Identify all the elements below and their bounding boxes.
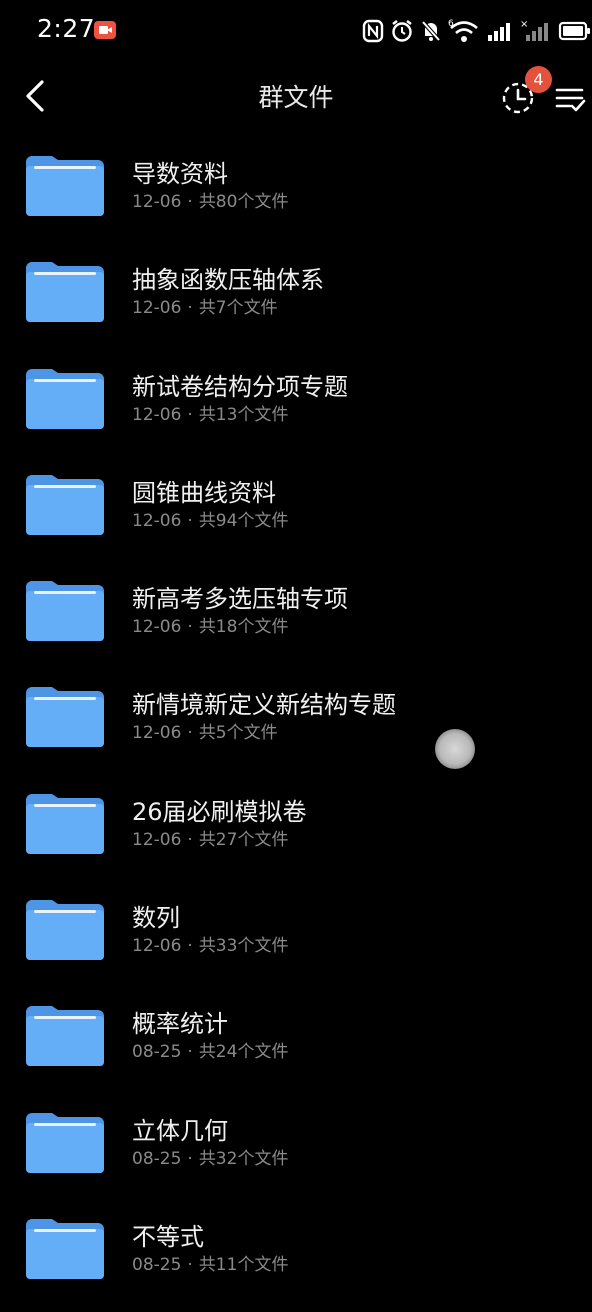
status-bar: 2:27 6 ×	[0, 0, 592, 62]
status-time: 2:27	[37, 14, 96, 43]
separator-dot: ·	[187, 617, 193, 638]
folder-date: 08-25	[132, 1148, 182, 1169]
folder-icon	[26, 156, 104, 216]
folder-icon	[26, 1218, 104, 1279]
folder-icon	[26, 900, 104, 961]
folder-meta: 08-25 · 共24个文件	[132, 1037, 288, 1062]
folder-file-count: 共18个文件	[198, 617, 289, 638]
folder-name: 数列	[132, 904, 180, 933]
folder-icon	[26, 1112, 104, 1173]
folder-date: 12-06	[132, 723, 182, 744]
folder-item[interactable]: 数列 12-06 · 共33个文件	[0, 882, 592, 988]
folder-file-count: 共24个文件	[198, 1042, 289, 1063]
folder-icon	[26, 474, 104, 535]
separator-dot: ·	[187, 192, 193, 212]
folder-item[interactable]: 新试卷结构分项专题 12-06 · 共13个文件	[0, 351, 592, 457]
folder-list: 导数资料 12-06 · 共80个文件 抽象函数压轴体系 12-06 · 共7个文件 新…	[0, 138, 592, 1307]
folder-item[interactable]: 新情境新定义新结构专题 12-06 · 共5个文件	[0, 669, 592, 775]
folder-name: 26届必刷模拟卷	[132, 797, 307, 826]
folder-meta: 12-06 · 共18个文件	[132, 612, 288, 637]
folder-meta: 12-06 · 共94个文件	[132, 506, 288, 531]
folder-date: 12-06	[132, 192, 182, 212]
folder-meta: 12-06 · 共13个文件	[132, 400, 288, 425]
nfc-icon	[362, 19, 384, 43]
mute-icon	[421, 20, 441, 42]
folder-item[interactable]: 导数资料 12-06 · 共80个文件	[0, 138, 592, 244]
folder-file-count: 共5个文件	[198, 723, 278, 744]
folder-name: 抽象函数压轴体系	[132, 266, 324, 295]
separator-dot: ·	[187, 1042, 193, 1063]
folder-icon	[26, 368, 104, 429]
alarm-icon	[392, 20, 412, 42]
svg-text:×: ×	[520, 19, 528, 30]
folder-name: 新试卷结构分项专题	[132, 372, 348, 401]
folder-name: 新高考多选压轴专项	[132, 585, 348, 614]
history-badge: 4	[525, 66, 552, 93]
separator-dot: ·	[187, 829, 193, 850]
folder-item[interactable]: 26届必刷模拟卷 12-06 · 共27个文件	[0, 776, 592, 882]
folder-file-count: 共27个文件	[198, 829, 289, 850]
folder-date: 08-25	[132, 1042, 182, 1063]
folder-date: 12-06	[132, 510, 182, 531]
folder-file-count: 共33个文件	[198, 936, 289, 957]
screen-record-icon	[94, 21, 116, 39]
folder-name: 不等式	[132, 1222, 204, 1251]
separator-dot: ·	[187, 510, 193, 531]
folder-item[interactable]: 圆锥曲线资料 12-06 · 共94个文件	[0, 457, 592, 563]
separator-dot: ·	[187, 1148, 193, 1169]
separator-dot: ·	[187, 723, 193, 744]
folder-meta: 12-06 · 共5个文件	[132, 718, 278, 743]
sort-filter-button[interactable]	[554, 80, 588, 116]
folder-meta: 08-25 · 共11个文件	[132, 1250, 288, 1275]
folder-meta: 12-06 · 共33个文件	[132, 931, 288, 956]
wifi-icon: 6	[448, 19, 478, 42]
separator-dot: ·	[187, 404, 193, 425]
folder-icon	[26, 581, 104, 642]
folder-item[interactable]: 抽象函数压轴体系 12-06 · 共7个文件	[0, 244, 592, 350]
folder-date: 12-06	[132, 617, 182, 638]
folder-file-count: 共32个文件	[198, 1148, 289, 1169]
folder-name: 圆锥曲线资料	[132, 478, 276, 507]
folder-icon	[26, 1006, 104, 1067]
separator-dot: ·	[187, 298, 193, 319]
folder-name: 立体几何	[132, 1116, 228, 1145]
signal-icon	[488, 23, 510, 41]
folder-date: 12-06	[132, 404, 182, 425]
folder-date: 12-06	[132, 829, 182, 850]
folder-item[interactable]: 概率统计 08-25 · 共24个文件	[0, 988, 592, 1094]
battery-icon	[558, 21, 590, 41]
folder-date: 12-06	[132, 936, 182, 957]
touch-indicator	[435, 729, 475, 769]
folder-icon	[26, 262, 104, 323]
separator-dot: ·	[187, 936, 193, 957]
folder-meta: 12-06 · 共7个文件	[132, 293, 278, 318]
folder-item[interactable]: 新高考多选压轴专项 12-06 · 共18个文件	[0, 563, 592, 669]
folder-date: 08-25	[132, 1254, 182, 1275]
separator-dot: ·	[187, 1254, 193, 1275]
folder-file-count: 共13个文件	[198, 404, 289, 425]
header-bar: 群文件 4	[0, 62, 592, 132]
status-icons: 6 ×	[362, 18, 592, 44]
folder-meta: 08-25 · 共32个文件	[132, 1144, 288, 1169]
folder-icon	[26, 687, 104, 748]
folder-meta: 12-06 · 共80个文件	[132, 187, 288, 212]
folder-file-count: 共94个文件	[198, 510, 289, 531]
folder-item[interactable]: 不等式 08-25 · 共11个文件	[0, 1201, 592, 1307]
folder-file-count: 共80个文件	[198, 192, 289, 212]
folder-name: 导数资料	[132, 160, 228, 188]
folder-file-count: 共7个文件	[198, 298, 278, 319]
signal-no-sim-icon: ×	[520, 19, 548, 41]
folder-icon	[26, 793, 104, 854]
folder-file-count: 共11个文件	[198, 1254, 289, 1275]
folder-date: 12-06	[132, 298, 182, 319]
folder-name: 新情境新定义新结构专题	[132, 691, 396, 720]
folder-name: 概率统计	[132, 1010, 228, 1039]
folder-meta: 12-06 · 共27个文件	[132, 825, 288, 850]
folder-item[interactable]: 立体几何 08-25 · 共32个文件	[0, 1095, 592, 1201]
